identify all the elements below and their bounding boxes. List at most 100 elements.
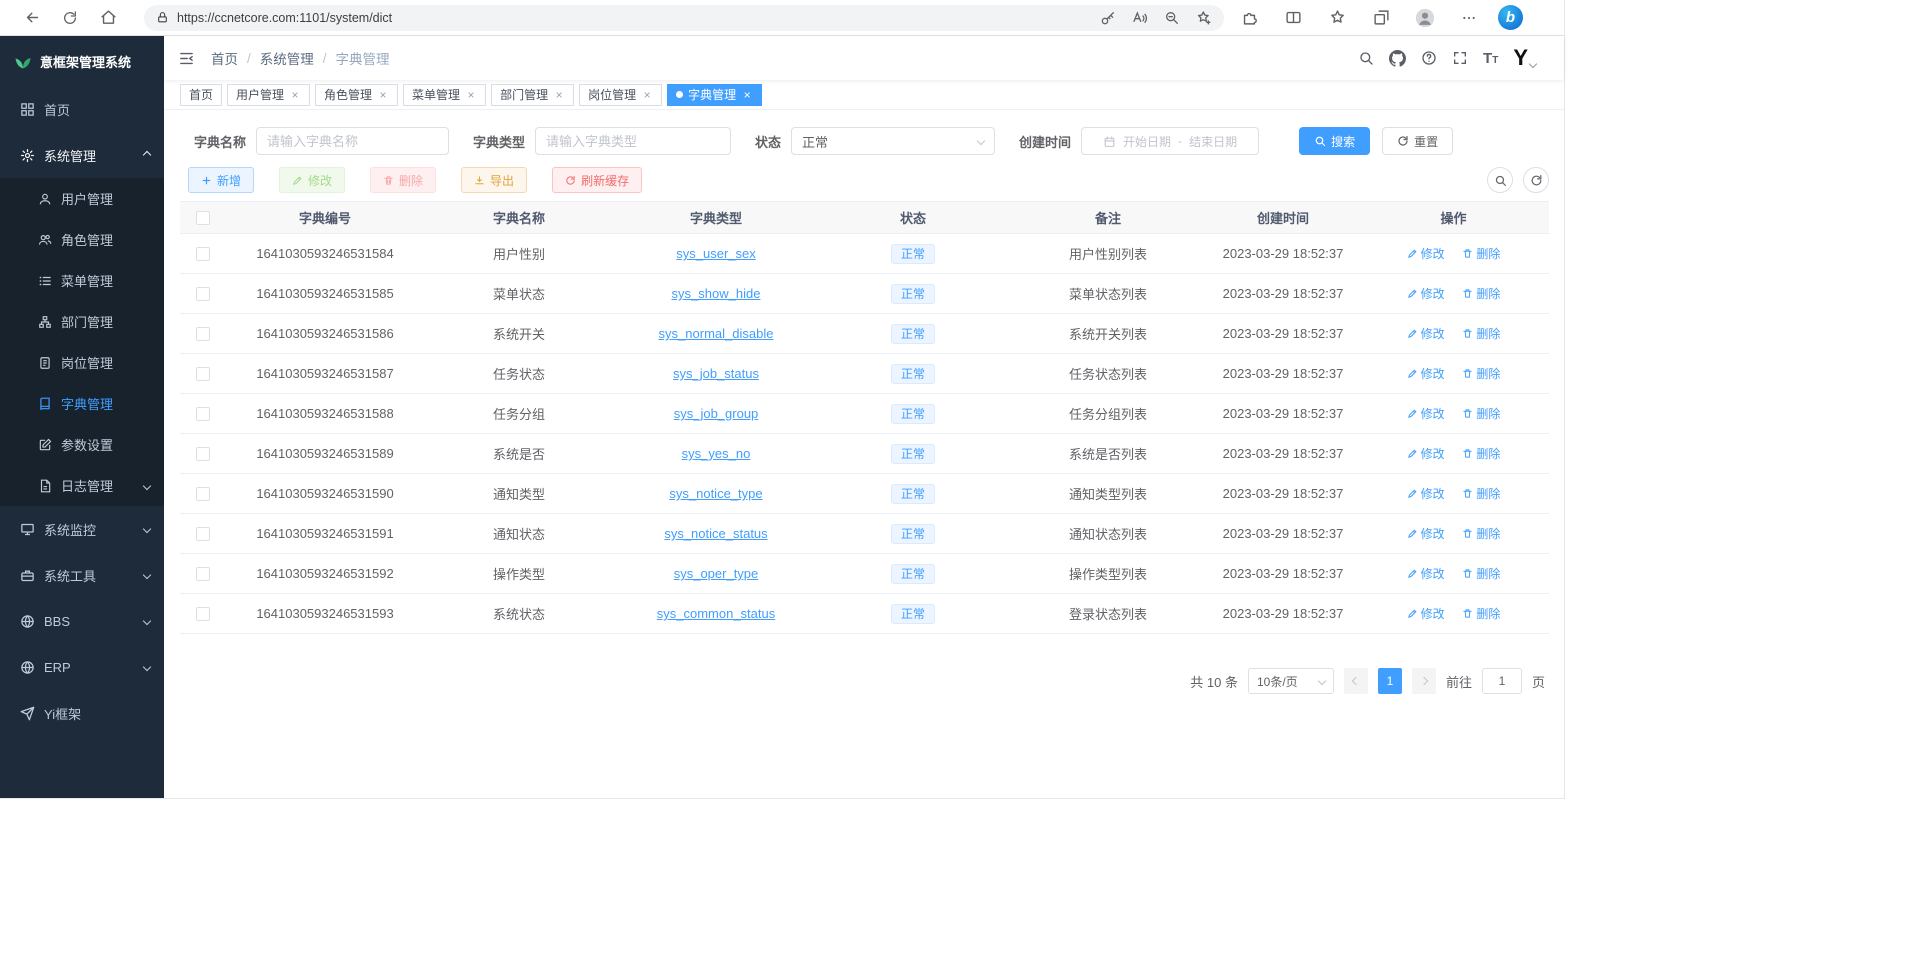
search-button[interactable]: 搜索 [1299, 127, 1370, 155]
tab-close-icon[interactable]: × [641, 88, 653, 102]
row-edit-button[interactable]: 修改 [1407, 405, 1445, 422]
row-edit-button[interactable]: 修改 [1407, 565, 1445, 582]
sidebar-toggle-button[interactable] [178, 50, 195, 67]
row-checkbox[interactable] [196, 527, 210, 541]
row-checkbox[interactable] [196, 407, 210, 421]
row-edit-button[interactable]: 修改 [1407, 245, 1445, 262]
collections-icon[interactable] [1366, 4, 1396, 32]
sidebar-item-erp[interactable]: ERP [0, 644, 164, 690]
tab-dept[interactable]: 部门管理× [491, 84, 574, 106]
dict-name-input[interactable] [256, 127, 449, 155]
dict-type-link[interactable]: sys_notice_type [669, 486, 762, 501]
delete-button[interactable]: 删除 [370, 167, 436, 193]
row-edit-button[interactable]: 修改 [1407, 365, 1445, 382]
page-number-current[interactable]: 1 [1378, 668, 1402, 694]
row-delete-button[interactable]: 删除 [1462, 605, 1500, 622]
row-delete-button[interactable]: 删除 [1462, 365, 1500, 382]
user-logo-menu[interactable]: Y [1513, 47, 1536, 69]
row-delete-button[interactable]: 删除 [1462, 285, 1500, 302]
profile-avatar[interactable] [1410, 4, 1440, 32]
sidebar-item-param[interactable]: 参数设置 [0, 424, 164, 465]
row-delete-button[interactable]: 删除 [1462, 405, 1500, 422]
home-button[interactable] [92, 4, 124, 32]
row-checkbox[interactable] [196, 567, 210, 581]
back-button[interactable] [16, 4, 48, 32]
dict-type-link[interactable]: sys_user_sex [676, 246, 755, 261]
row-delete-button[interactable]: 删除 [1462, 525, 1500, 542]
split-screen-icon[interactable] [1278, 4, 1308, 32]
favorites-icon[interactable] [1322, 4, 1352, 32]
row-checkbox[interactable] [196, 607, 210, 621]
row-checkbox[interactable] [196, 247, 210, 261]
tab-close-icon[interactable]: × [553, 88, 565, 102]
read-aloud-icon[interactable] [1132, 10, 1148, 26]
goto-page-input[interactable] [1482, 668, 1522, 694]
next-page-button[interactable] [1412, 668, 1436, 694]
dict-type-link[interactable]: sys_show_hide [672, 286, 761, 301]
breadcrumb-item-system[interactable]: 系统管理 [260, 48, 314, 68]
password-key-icon[interactable] [1100, 10, 1116, 26]
refresh-table-button[interactable] [1523, 167, 1549, 193]
page-size-select[interactable]: 10条/页 [1248, 668, 1334, 694]
row-edit-button[interactable]: 修改 [1407, 605, 1445, 622]
address-bar[interactable]: https://ccnetcore.com:1101/system/dict [144, 5, 1224, 31]
font-size-icon[interactable]: TT [1483, 51, 1498, 66]
tab-home[interactable]: 首页 [180, 84, 222, 106]
row-checkbox[interactable] [196, 327, 210, 341]
sidebar-item-user[interactable]: 用户管理 [0, 178, 164, 219]
row-delete-button[interactable]: 删除 [1462, 485, 1500, 502]
row-edit-button[interactable]: 修改 [1407, 325, 1445, 342]
row-delete-button[interactable]: 删除 [1462, 325, 1500, 342]
reset-button[interactable]: 重置 [1382, 127, 1453, 155]
refresh-cache-button[interactable]: 刷新缓存 [552, 167, 642, 193]
row-checkbox[interactable] [196, 487, 210, 501]
dict-type-link[interactable]: sys_job_status [673, 366, 759, 381]
row-edit-button[interactable]: 修改 [1407, 445, 1445, 462]
sidebar-item-menu[interactable]: 菜单管理 [0, 260, 164, 301]
dict-type-link[interactable]: sys_normal_disable [659, 326, 774, 341]
row-checkbox[interactable] [196, 367, 210, 381]
sidebar-item-yi[interactable]: Yi框架 [0, 690, 164, 736]
sidebar-item-bbs[interactable]: BBS [0, 598, 164, 644]
tab-user[interactable]: 用户管理× [227, 84, 310, 106]
sidebar-item-monitor[interactable]: 系统监控 [0, 506, 164, 552]
row-edit-button[interactable]: 修改 [1407, 525, 1445, 542]
status-select[interactable]: 正常 [791, 127, 995, 155]
dict-type-link[interactable]: sys_common_status [657, 606, 776, 621]
tab-close-icon[interactable]: × [741, 88, 753, 102]
export-button[interactable]: 导出 [461, 167, 527, 193]
tab-role[interactable]: 角色管理× [315, 84, 398, 106]
row-edit-button[interactable]: 修改 [1407, 485, 1445, 502]
toggle-search-button[interactable] [1487, 167, 1513, 193]
date-range-picker[interactable]: 开始日期 - 结束日期 [1081, 127, 1259, 155]
tab-close-icon[interactable]: × [289, 88, 301, 102]
dict-type-input[interactable] [535, 127, 731, 155]
tab-menu[interactable]: 菜单管理× [403, 84, 486, 106]
sidebar-item-log[interactable]: 日志管理 [0, 465, 164, 506]
add-favorite-icon[interactable] [1196, 10, 1212, 26]
sidebar-item-home[interactable]: 首页 [0, 86, 164, 132]
fullscreen-icon[interactable] [1452, 50, 1468, 66]
tab-close-icon[interactable]: × [377, 88, 389, 102]
sidebar-item-role[interactable]: 角色管理 [0, 219, 164, 260]
breadcrumb-item-home[interactable]: 首页 [211, 48, 238, 68]
prev-page-button[interactable] [1344, 668, 1368, 694]
zoom-out-icon[interactable] [1164, 10, 1180, 26]
row-delete-button[interactable]: 删除 [1462, 565, 1500, 582]
row-edit-button[interactable]: 修改 [1407, 285, 1445, 302]
sidebar-item-post[interactable]: 岗位管理 [0, 342, 164, 383]
refresh-button[interactable] [54, 4, 86, 32]
dict-type-link[interactable]: sys_job_group [674, 406, 759, 421]
dict-type-link[interactable]: sys_yes_no [682, 446, 751, 461]
edit-button[interactable]: 修改 [279, 167, 345, 193]
select-all-checkbox[interactable] [196, 211, 210, 225]
tab-post[interactable]: 岗位管理× [579, 84, 662, 106]
sidebar-item-tools[interactable]: 系统工具 [0, 552, 164, 598]
tab-close-icon[interactable]: × [465, 88, 477, 102]
add-button[interactable]: 新增 [188, 167, 254, 193]
row-delete-button[interactable]: 删除 [1462, 445, 1500, 462]
dict-type-link[interactable]: sys_oper_type [674, 566, 759, 581]
row-checkbox[interactable] [196, 287, 210, 301]
sidebar-item-dict[interactable]: 字典管理 [0, 383, 164, 424]
more-menu-icon[interactable] [1454, 4, 1484, 32]
